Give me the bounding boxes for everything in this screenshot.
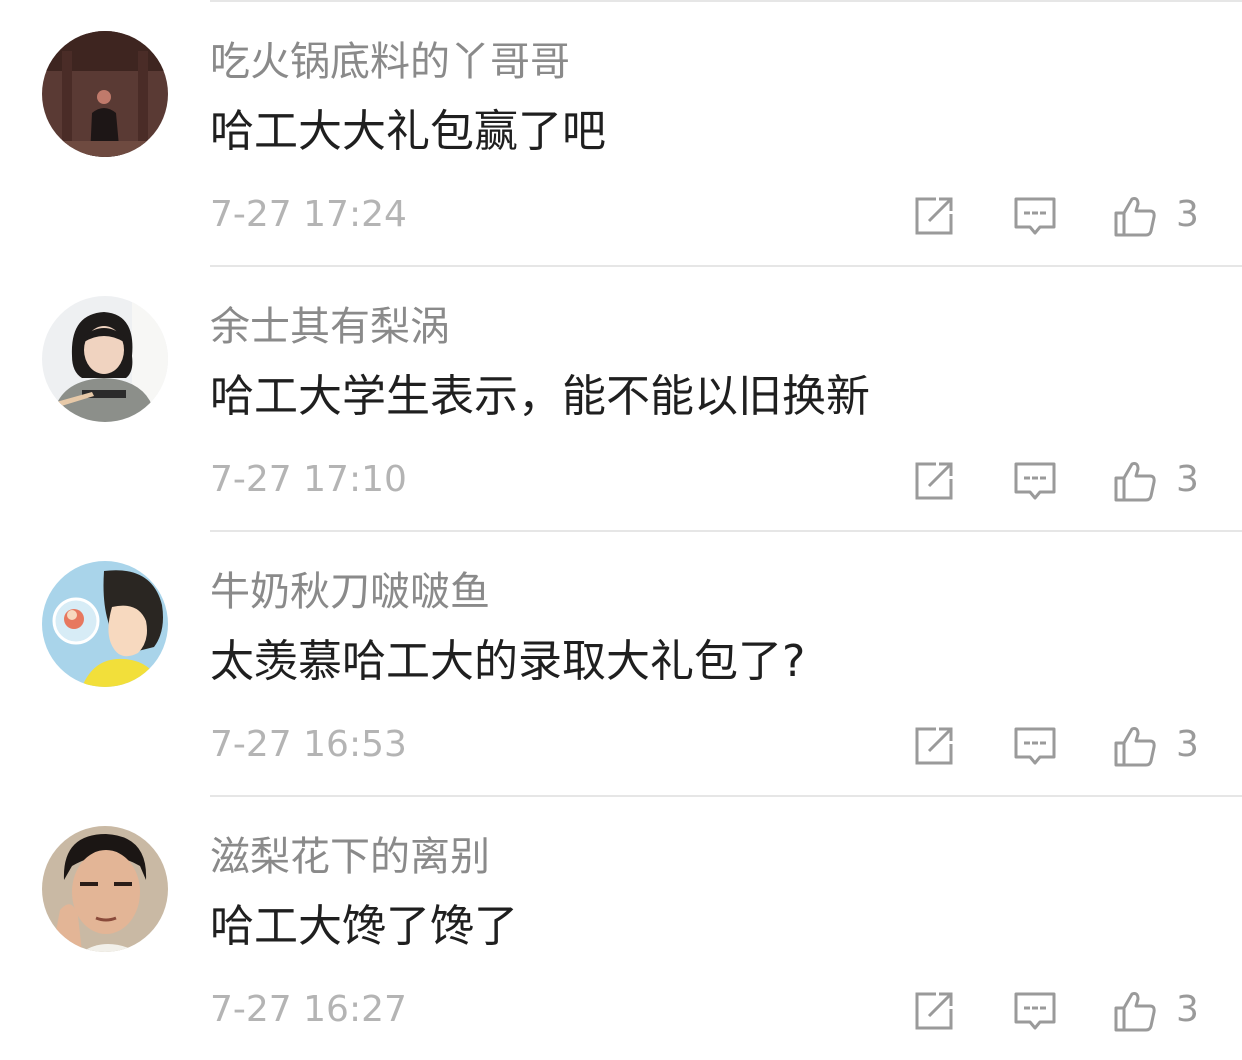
timestamp: 7-27 16:27: [210, 989, 407, 1030]
share-icon: [915, 727, 953, 765]
timestamp: 7-27 17:24: [210, 194, 407, 235]
avatar[interactable]: [42, 31, 168, 157]
share-button[interactable]: [912, 194, 956, 238]
comment-text: 太羡慕哈工大的录取大礼包了?: [210, 636, 806, 687]
avatar-image: [42, 31, 168, 157]
share-button[interactable]: [912, 989, 956, 1033]
reply-icon: [1014, 992, 1056, 1030]
share-icon: [915, 992, 953, 1030]
share-button[interactable]: [912, 459, 956, 503]
like-button[interactable]: [1113, 194, 1157, 238]
divider: [210, 0, 1242, 2]
comment-item[interactable]: 滋梨花下的离别 哈工大馋了馋了 7-27 16:27 3: [0, 795, 1242, 1060]
timestamp: 7-27 17:10: [210, 459, 407, 500]
reply-button[interactable]: [1013, 194, 1057, 238]
reply-button[interactable]: [1013, 989, 1057, 1033]
comment-text: 哈工大学生表示，能不能以旧换新: [210, 371, 870, 422]
like-count: 3: [1176, 194, 1199, 235]
reply-icon: [1014, 197, 1056, 235]
username[interactable]: 滋梨花下的离别: [210, 831, 490, 883]
timestamp: 7-27 16:53: [210, 724, 407, 765]
reply-button[interactable]: [1013, 459, 1057, 503]
avatar-image: [42, 561, 168, 687]
share-icon: [915, 462, 953, 500]
like-count: 3: [1176, 989, 1199, 1030]
avatar[interactable]: [42, 561, 168, 687]
thumbs-up-icon: [1114, 992, 1156, 1032]
like-button[interactable]: [1113, 724, 1157, 768]
like-button[interactable]: [1113, 459, 1157, 503]
divider: [210, 265, 1242, 267]
comment-item[interactable]: 牛奶秋刀啵啵鱼 太羡慕哈工大的录取大礼包了? 7-27 16:53 3: [0, 530, 1242, 795]
avatar-image: [42, 296, 168, 422]
like-count: 3: [1176, 724, 1199, 765]
username[interactable]: 吃火锅底料的丫哥哥: [210, 36, 570, 88]
comment-item[interactable]: 余士其有梨涡 哈工大学生表示，能不能以旧换新 7-27 17:10 3: [0, 265, 1242, 530]
thumbs-up-icon: [1114, 197, 1156, 237]
avatar[interactable]: [42, 296, 168, 422]
divider: [210, 795, 1242, 797]
share-button[interactable]: [912, 724, 956, 768]
share-icon: [915, 197, 953, 235]
like-button[interactable]: [1113, 989, 1157, 1033]
reply-icon: [1014, 727, 1056, 765]
avatar-image: [42, 826, 168, 952]
avatar[interactable]: [42, 826, 168, 952]
comment-text: 哈工大馋了馋了: [210, 901, 518, 952]
divider: [210, 530, 1242, 532]
reply-button[interactable]: [1013, 724, 1057, 768]
reply-icon: [1014, 462, 1056, 500]
username[interactable]: 牛奶秋刀啵啵鱼: [210, 566, 490, 618]
thumbs-up-icon: [1114, 462, 1156, 502]
like-count: 3: [1176, 459, 1199, 500]
username[interactable]: 余士其有梨涡: [210, 301, 450, 353]
comment-text: 哈工大大礼包赢了吧: [210, 106, 606, 157]
comment-item[interactable]: 吃火锅底料的丫哥哥 哈工大大礼包赢了吧 7-27 17:24 3: [0, 0, 1242, 265]
thumbs-up-icon: [1114, 727, 1156, 767]
